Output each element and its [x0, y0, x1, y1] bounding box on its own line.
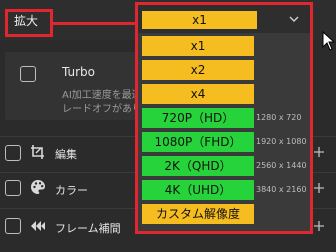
edit-checkbox[interactable]: [5, 145, 21, 161]
scale-label: 拡大: [14, 14, 39, 28]
section-label-frame-interpolation: フレーム補間: [55, 222, 121, 235]
plus-icon[interactable]: [313, 146, 325, 158]
turbo-label: Turbo: [62, 65, 96, 79]
turbo-checkbox[interactable]: [20, 66, 36, 82]
section-label-color: カラー: [55, 184, 88, 197]
highlight-connector: [53, 22, 136, 25]
plus-icon[interactable]: [313, 220, 325, 232]
palette-icon: [31, 180, 45, 194]
color-checkbox[interactable]: [5, 180, 21, 196]
dropdown-highlight-frame: [135, 2, 313, 234]
plus-icon[interactable]: [313, 182, 325, 194]
section-label-edit: 編集: [55, 148, 77, 161]
edit-crop-icon: [31, 145, 44, 159]
frame-interpolation-checkbox[interactable]: [5, 218, 21, 234]
mouse-cursor-icon: [322, 31, 336, 51]
frame-interpolation-icon: [31, 221, 45, 231]
